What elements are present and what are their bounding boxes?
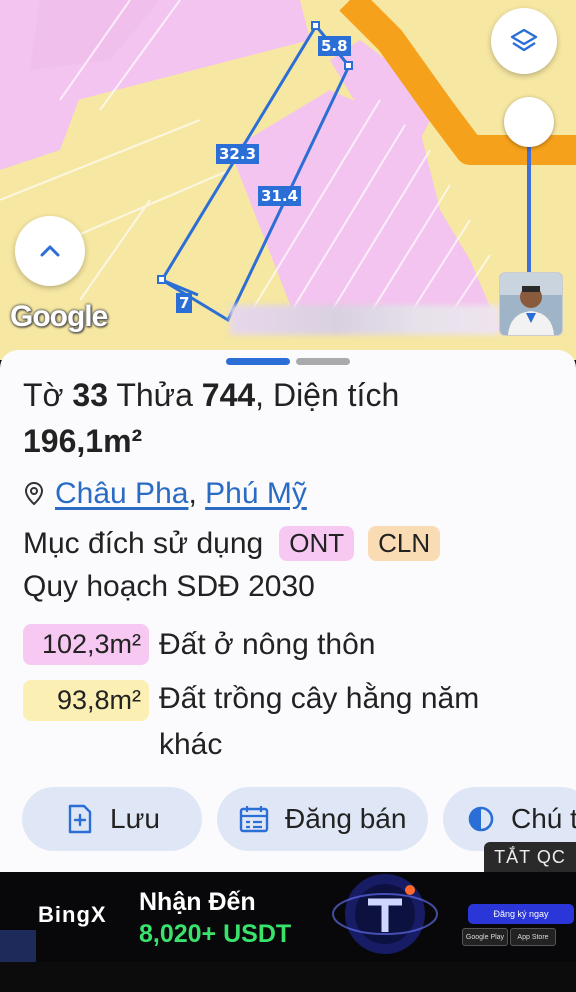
post-for-sale-button[interactable]: Đăng bán (217, 787, 428, 851)
land-use-badge-ont: ONT (279, 526, 355, 561)
contrast-icon (468, 806, 494, 832)
blurred-address (230, 305, 500, 335)
layers-icon (510, 28, 538, 52)
ad-amount: 8,020+ USDT (139, 920, 292, 948)
land-use-row: Mục đích sử dụng ONT CLN (23, 526, 441, 561)
layers-button[interactable] (491, 8, 557, 74)
parcel-location: Châu Pha, Phú Mỹ (23, 477, 307, 511)
sheet-page-indicator (296, 358, 350, 365)
ad-banner[interactable]: BingX Nhận Đến 8,020+ USDT Đăng ký ngay … (0, 872, 576, 962)
location-pin-icon (24, 481, 44, 506)
plan-item: 102,3m² Đất ở nông thôn (23, 624, 376, 665)
dimension-label: 31.4 (258, 186, 302, 206)
plan-item: 93,8m² Đất trồng cây hằng năm khác (23, 680, 529, 768)
opacity-slider-handle[interactable] (504, 97, 554, 147)
street-view-thumbnail[interactable] (499, 272, 563, 336)
ad-cta-button[interactable]: Đăng ký ngay (468, 904, 574, 924)
bookmark-add-icon (68, 804, 92, 834)
close-ad-button[interactable]: TẮT QC (484, 842, 576, 872)
google-logo: Google (10, 300, 108, 333)
commune-link[interactable]: Châu Pha (55, 477, 188, 511)
land-use-badge-cln: CLN (368, 526, 441, 561)
plan-area-badge: 93,8m² (23, 680, 149, 721)
dimension-label: 5.8 (318, 36, 351, 56)
town-link[interactable]: Phú Mỹ (205, 477, 307, 511)
parcel-title: Tờ 33 Thửa 744, Diện tích 196,1m² (23, 377, 400, 459)
calendar-list-icon (239, 806, 269, 833)
save-button[interactable]: Lưu (22, 787, 202, 851)
ad-headline: Nhận Đến (139, 888, 256, 916)
planning-title: Quy hoạch SDĐ 2030 (23, 570, 315, 603)
app-store-badge[interactable]: App Store (510, 928, 556, 946)
plan-description: Đất trồng cây hằng năm khác (159, 682, 480, 761)
person-photo-icon (500, 273, 562, 335)
dimension-label: 32.3 (216, 144, 260, 164)
expand-up-button[interactable] (15, 216, 85, 286)
parcel-info-sheet: Tờ 33 Thửa 744, Diện tích 196,1m² Châu P… (0, 350, 576, 875)
dimension-label: 7 (176, 293, 193, 313)
plan-description: Đất ở nông thôn (159, 627, 376, 661)
system-nav-bar (0, 962, 576, 992)
plan-area-badge: 102,3m² (23, 624, 149, 665)
chevron-up-icon (40, 245, 60, 257)
map-view[interactable]: 5.8 32.3 31.4 7 Google (0, 0, 576, 360)
sheet-drag-handle[interactable] (226, 358, 290, 365)
ad-brand-logo: BingX (38, 902, 107, 927)
parcel-area: 196,1m² (23, 423, 143, 459)
google-play-badge[interactable]: Google Play (462, 928, 508, 946)
